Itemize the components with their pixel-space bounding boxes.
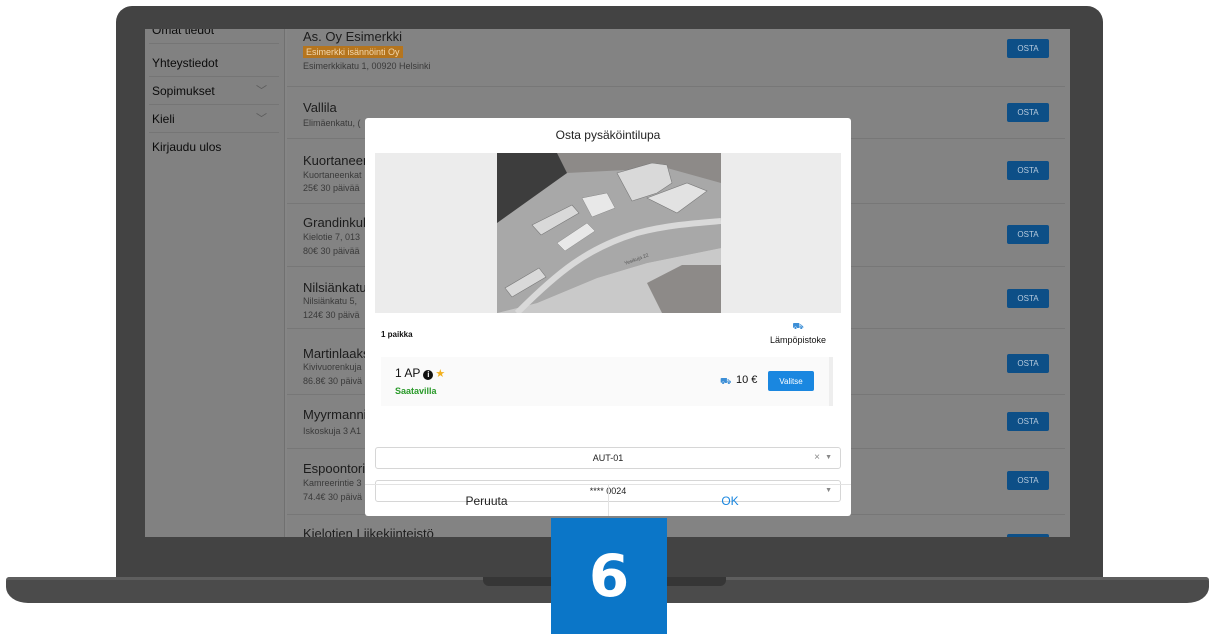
sidebar-item-kirjaudu-ulos[interactable]: Kirjaudu ulos — [149, 133, 279, 161]
sidebar: Omat tiedot Yhteystiedot Sopimukset ﹀ Kie… — [145, 29, 285, 537]
property-name: Nilsiänkatu : — [303, 280, 374, 295]
buy-button[interactable]: OSTA — [1007, 161, 1049, 180]
chevron-down-icon: ﹀ — [256, 85, 267, 97]
spot-status: Saatavilla — [395, 386, 437, 396]
vehicle-select-value: AUT-01 — [592, 453, 624, 463]
sidebar-item-label: Omat tiedot — [152, 29, 215, 37]
sidebar-item-kieli[interactable]: Kieli ﹀ — [149, 105, 279, 133]
property-address: Elimäenkatu, ( — [303, 118, 361, 128]
property-name: Myyrmanni — [303, 407, 367, 422]
property-name: Espoontori — [303, 461, 366, 476]
clear-icon[interactable]: × — [814, 448, 820, 468]
heater-label: Lämpöpistoke — [769, 335, 827, 345]
property-name: As. Oy Esimerkki — [303, 29, 402, 44]
property-name: Kuortaneen — [303, 153, 371, 168]
step-badge: 6 — [551, 518, 667, 634]
star-icon: ★ — [435, 368, 446, 380]
property-address: Nilsiänkatu 5, — [303, 296, 358, 306]
parking-map: Yesikuja 22 — [375, 153, 841, 313]
property-name: Kielotien Liikekiinteistö — [303, 526, 434, 537]
heater-filter[interactable]: ⛟ Lämpöpistoke — [765, 321, 831, 345]
buy-button[interactable]: OSTA — [1007, 103, 1049, 122]
info-icon[interactable]: i — [423, 370, 434, 380]
sidebar-item-label: Kieli — [152, 112, 175, 126]
buy-button[interactable]: OSTA — [1007, 412, 1049, 431]
sidebar-item-omat-tiedot[interactable]: Omat tiedot — [149, 29, 279, 44]
stage: Omat tiedot Yhteystiedot Sopimukset ﹀ Kie… — [0, 0, 1209, 634]
buy-button[interactable]: OSTA — [1007, 39, 1049, 58]
ok-button[interactable]: OK — [609, 485, 851, 516]
sidebar-item-yhteystiedot[interactable]: Yhteystiedot — [149, 49, 279, 77]
chevron-down-icon[interactable]: ▼ — [825, 448, 832, 468]
laptop-screen: Omat tiedot Yhteystiedot Sopimukset ﹀ Kie… — [145, 29, 1070, 537]
sidebar-item-label: Sopimukset — [152, 84, 215, 98]
list-item[interactable]: Kielotien Liikekiinteistö OSTA — [287, 515, 1065, 537]
manager-badge: Esimerkki isännöinti Oy — [303, 46, 403, 58]
dialog-footer: Peruuta OK — [365, 484, 851, 516]
spot-name: 1 AP — [395, 366, 421, 380]
property-address: Iskoskuja 3 A1 — [303, 426, 362, 436]
chevron-down-icon: ﹀ — [256, 113, 267, 125]
parking-spot-card: 1 AP i ★ Saatavilla ⛟ 10 € Valitse — [381, 357, 833, 406]
property-name: Martinlaaks — [303, 346, 370, 361]
spot-count: 1 paikka — [381, 330, 413, 339]
buy-button[interactable]: OSTA — [1007, 471, 1049, 490]
dialog-title: Osta pysäköintilupa — [555, 128, 661, 142]
property-address: Esimerkkikatu 1, 00920 Helsinki — [303, 61, 431, 71]
property-name: Vallila — [303, 100, 337, 115]
property-name: Grandinkuln — [303, 215, 374, 230]
buy-button[interactable]: OSTA — [1007, 534, 1049, 537]
property-address: Kamreerintie 3 — [303, 478, 362, 488]
property-price: 86.8€ 30 päivä — [303, 376, 363, 386]
property-price: 25€ 30 päivää — [303, 183, 360, 193]
cancel-button[interactable]: Peruuta — [365, 485, 608, 516]
property-price: 80€ 30 päivää — [303, 246, 360, 256]
buy-button[interactable]: OSTA — [1007, 354, 1049, 373]
sidebar-item-label: Kirjaudu ulos — [152, 140, 222, 154]
property-address: Kuortaneenkat — [303, 170, 362, 180]
buy-button[interactable]: OSTA — [1007, 225, 1049, 244]
buy-button[interactable]: OSTA — [1007, 289, 1049, 308]
property-price: 74.4€ 30 päivä — [303, 492, 363, 502]
sidebar-item-sopimukset[interactable]: Sopimukset ﹀ — [149, 77, 279, 105]
property-price: 124€ 30 päivä — [303, 310, 360, 320]
spot-name-line: 1 AP i ★ — [395, 366, 445, 380]
car-icon: ⛟ — [720, 376, 732, 386]
spot-price: 10 € — [736, 374, 758, 386]
select-spot-button[interactable]: Valitse — [768, 371, 814, 391]
vehicle-select[interactable]: AUT-01 × ▼ — [375, 447, 841, 469]
parking-map-image: Yesikuja 22 — [497, 153, 721, 313]
sidebar-item-label: Yhteystiedot — [152, 56, 219, 70]
list-item[interactable]: As. Oy Esimerkki Esimerkki isännöinti Oy… — [287, 29, 1065, 87]
car-icon: ⛟ — [792, 321, 804, 331]
property-address: Kielotie 7, 013 — [303, 232, 361, 242]
property-address: Kivivuorenkuja — [303, 362, 362, 372]
purchase-permit-dialog: Osta pysäköintilupa Yesikuja 22 1 paikka… — [365, 118, 851, 516]
